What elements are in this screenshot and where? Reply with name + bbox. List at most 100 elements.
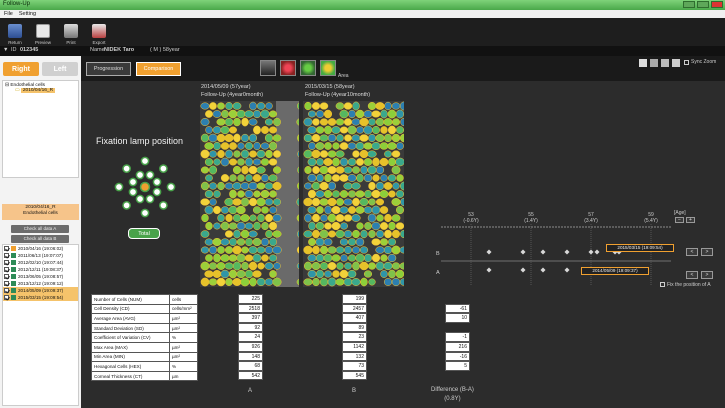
return-button[interactable]: Return <box>4 18 26 46</box>
sync-zoom-checkbox[interactable] <box>684 60 689 65</box>
date-checkbox[interactable] <box>4 253 9 258</box>
fixation-point[interactable] <box>166 182 176 192</box>
fixation-point[interactable] <box>135 194 145 204</box>
menu-setting[interactable]: Setting <box>19 11 36 17</box>
zoom-in-button[interactable]: + <box>686 217 695 223</box>
fixation-point[interactable] <box>128 187 138 197</box>
date-list-item[interactable]: 2014/05/09 (19:09:37) <box>3 287 78 294</box>
col-b-label: B <box>352 388 357 394</box>
area-thumb-icon[interactable] <box>320 60 336 76</box>
b-next-button[interactable]: > <box>701 248 713 256</box>
fixation-point[interactable] <box>152 187 162 197</box>
date-checkbox[interactable] <box>4 281 9 286</box>
progression-button[interactable]: Progression <box>86 62 131 76</box>
value-a: 2518 <box>238 303 263 314</box>
fixation-point[interactable] <box>145 170 155 180</box>
hex-thumb-icon[interactable] <box>300 60 316 76</box>
menu-file[interactable]: File <box>4 11 13 17</box>
fixation-point[interactable] <box>139 181 151 193</box>
timeline-exam-marker[interactable] <box>564 249 570 255</box>
check-all-a-button[interactable]: Check all data A <box>11 225 69 233</box>
minimize-button[interactable] <box>683 1 695 8</box>
date-list-item[interactable]: 2015/03/15 (19:09:54) <box>3 294 78 301</box>
metric-unit: µm² <box>169 313 198 324</box>
timeline-exam-marker[interactable] <box>520 249 526 255</box>
timeline-exam-marker[interactable] <box>540 267 546 273</box>
fixation-point[interactable] <box>128 177 138 187</box>
date-checkbox[interactable] <box>4 295 9 300</box>
fixation-point[interactable] <box>114 182 124 192</box>
fixation-point[interactable] <box>122 201 131 210</box>
close-button[interactable] <box>711 1 723 8</box>
grid-tool-icon[interactable] <box>650 59 658 67</box>
filter-icon[interactable]: ▼ <box>3 47 8 53</box>
date-list-item[interactable]: 2013/06/05 (19:08:57) <box>3 273 78 280</box>
metric-unit: % <box>169 332 198 343</box>
metric-row: Corneal Thickness (CT) µm <box>91 370 198 382</box>
date-list-item[interactable]: 2012/12/11 (19:08:37) <box>3 266 78 273</box>
date-checkbox[interactable] <box>4 288 9 293</box>
fixation-point[interactable] <box>122 164 131 173</box>
export-icon <box>92 24 106 38</box>
endothelial-image-b[interactable] <box>303 101 404 287</box>
endothelial-image-a[interactable] <box>200 101 299 287</box>
preview-button[interactable]: Preview <box>32 18 54 46</box>
timeline-exam-marker[interactable] <box>594 249 600 255</box>
export-button[interactable]: Export <box>88 18 110 46</box>
fixation-point[interactable] <box>135 170 145 180</box>
metric-row: Hexagonal Cells (HEX)% <box>91 361 198 372</box>
date-checkbox[interactable] <box>4 274 9 279</box>
tick-sub: (5.4Y) <box>644 218 658 224</box>
image-thumb-icon[interactable] <box>260 60 276 76</box>
col-a-label: A <box>248 388 253 394</box>
timeline-exam-marker[interactable] <box>486 249 492 255</box>
date-list-item[interactable]: 2013/12/12 (19:09:12) <box>3 280 78 287</box>
b-prev-button[interactable]: < <box>686 248 698 256</box>
age-label: [Age] <box>674 210 686 216</box>
timeline-exam-marker[interactable] <box>486 267 492 273</box>
metric-unit: µm² <box>169 322 198 334</box>
tree-child[interactable]: ▭ 2010/04/16_R <box>5 88 76 93</box>
printer-icon <box>64 24 78 38</box>
right-eye-button[interactable]: Right <box>3 62 39 76</box>
fixation-point[interactable] <box>159 164 168 173</box>
fixation-point[interactable] <box>152 177 162 187</box>
fixation-point[interactable] <box>159 201 168 210</box>
date-checkbox[interactable] <box>4 267 9 272</box>
id-label: ID <box>11 47 17 53</box>
fix-position-checkbox[interactable] <box>660 282 665 287</box>
a-prev-button[interactable]: < <box>686 271 698 279</box>
pointer-tool-icon[interactable] <box>639 59 647 67</box>
date-list-item[interactable]: 2011/06/13 (19:07:07) <box>3 252 78 259</box>
tick-sub: (-0.6Y) <box>463 218 479 224</box>
left-eye-button[interactable]: Left <box>42 62 78 76</box>
comparison-button[interactable]: Comparison <box>136 62 181 76</box>
a-next-button[interactable]: > <box>701 271 713 279</box>
title-bar: Follow-Up <box>0 0 725 10</box>
split-tool-icon[interactable] <box>672 59 680 67</box>
metric-unit: % <box>169 361 198 372</box>
fixation-point[interactable] <box>140 156 150 166</box>
date-list-item[interactable]: 2010/04/16 (19:06:02) <box>3 245 78 252</box>
timeline-exam-marker[interactable] <box>564 267 570 273</box>
preview-icon <box>36 24 50 38</box>
date-checkbox[interactable] <box>4 246 9 251</box>
return-icon <box>8 24 22 38</box>
date-checkbox[interactable] <box>4 260 9 265</box>
total-button[interactable]: Total <box>128 228 160 239</box>
values-b-column: 199 2457 407 89 23 1142 132 73 545 <box>342 294 367 381</box>
layout-tool-icon[interactable] <box>661 59 669 67</box>
menu-bar: File Setting <box>0 10 725 18</box>
fixation-point[interactable] <box>140 208 150 218</box>
check-all-b-button[interactable]: Check all data B <box>11 235 69 243</box>
maximize-button[interactable] <box>697 1 709 8</box>
timeline-exam-marker[interactable] <box>540 249 546 255</box>
date-label: 2012/02/10 (19:07:44) <box>18 260 64 265</box>
date-list-item[interactable]: 2012/02/10 (19:07:44) <box>3 259 78 266</box>
fixation-point[interactable] <box>145 194 155 204</box>
zoom-out-button[interactable]: − <box>675 217 684 223</box>
print-button[interactable]: Print <box>60 18 82 46</box>
timeline-exam-marker[interactable] <box>588 249 594 255</box>
cells-thumb-icon[interactable] <box>280 60 296 76</box>
timeline-exam-marker[interactable] <box>520 267 526 273</box>
